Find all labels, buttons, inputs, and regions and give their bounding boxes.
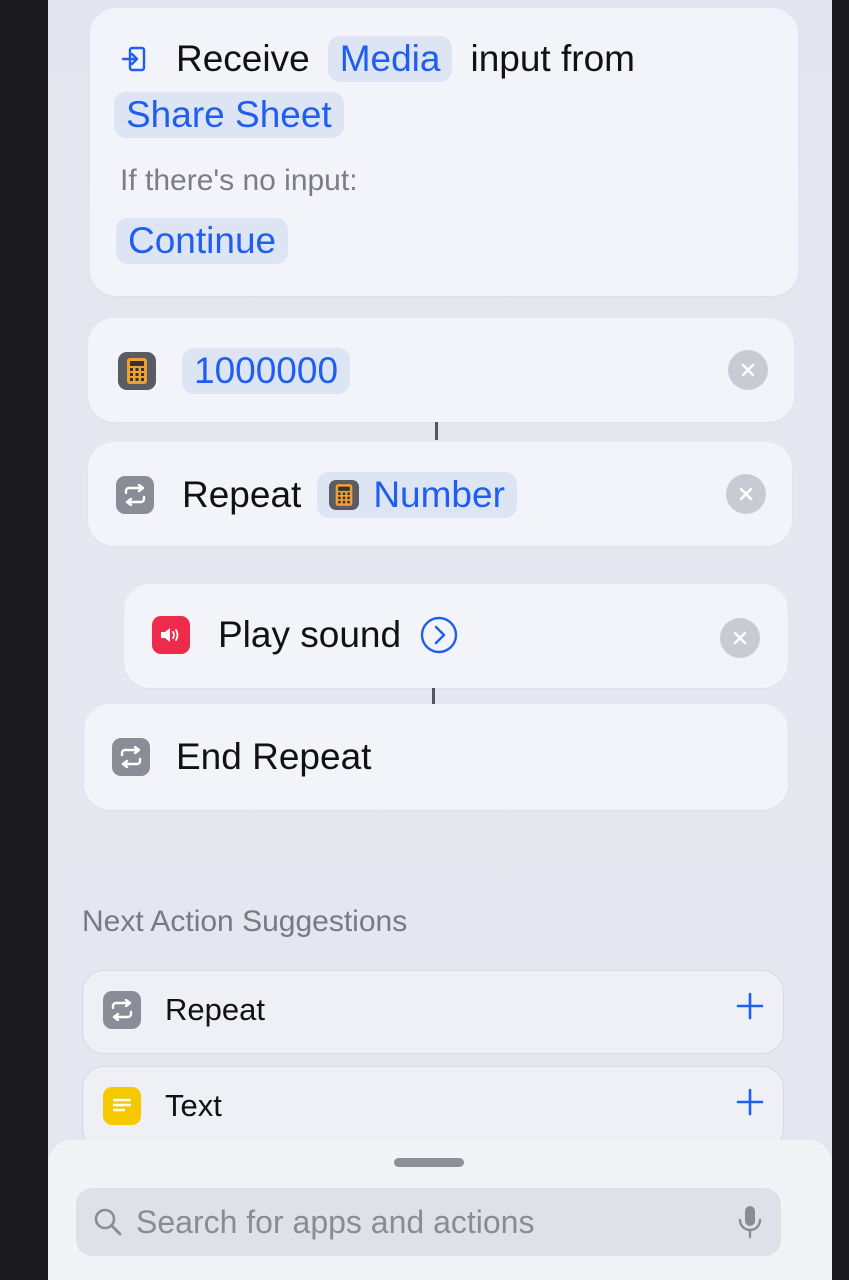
action-search-sheet: Search for apps and actions <box>48 1140 832 1280</box>
play-sound-label: Play sound <box>218 614 402 655</box>
input-from-label: input from <box>470 38 635 79</box>
no-input-label: If there's no input: <box>120 164 358 197</box>
suggestion-item-text[interactable]: Text <box>82 1066 784 1150</box>
microphone-icon[interactable] <box>737 1204 763 1240</box>
play-sound-action-card[interactable]: Play sound <box>124 584 788 688</box>
repeat-count-pill[interactable]: Number <box>317 472 517 518</box>
calculator-icon <box>329 480 360 510</box>
expand-chevron-icon[interactable] <box>419 615 459 655</box>
search-bar[interactable]: Search for apps and actions <box>76 1188 781 1256</box>
media-type-pill[interactable]: Media <box>327 36 453 82</box>
suggestions-title: Next Action Suggestions <box>82 905 408 938</box>
shortcut-editor: Receive Media input from Share Sheet If … <box>48 0 832 1280</box>
repeat-action-card[interactable]: Repeat Number <box>88 442 792 546</box>
number-value-pill[interactable]: 1000000 <box>182 348 351 394</box>
continue-pill[interactable]: Continue <box>116 218 289 264</box>
suggestion-label: Repeat <box>165 992 265 1027</box>
remove-repeat-button[interactable] <box>726 474 766 514</box>
sheet-grabber[interactable] <box>394 1158 464 1167</box>
end-repeat-label: End Repeat <box>176 736 372 777</box>
repeat-label: Repeat <box>182 474 302 515</box>
remove-play-sound-button[interactable] <box>720 618 760 658</box>
add-icon[interactable] <box>735 1087 765 1122</box>
repeat-icon <box>103 991 141 1029</box>
search-icon <box>92 1206 124 1238</box>
speaker-icon <box>152 616 190 654</box>
repeat-icon <box>112 738 150 776</box>
calculator-icon <box>118 352 156 390</box>
text-icon <box>103 1087 141 1125</box>
suggestion-item-repeat[interactable]: Repeat <box>82 970 784 1054</box>
share-sheet-pill[interactable]: Share Sheet <box>114 92 344 138</box>
repeat-icon <box>116 476 154 514</box>
number-action-card[interactable]: 1000000 <box>88 318 794 422</box>
flow-connector <box>435 422 438 440</box>
search-input[interactable]: Search for apps and actions <box>136 1204 737 1241</box>
remove-number-button[interactable] <box>728 350 768 390</box>
add-icon[interactable] <box>735 991 765 1026</box>
receive-input-icon <box>120 44 150 74</box>
suggestion-label: Text <box>165 1088 222 1123</box>
repeat-variable-label: Number <box>373 474 505 515</box>
receive-input-card[interactable]: Receive Media input from Share Sheet If … <box>90 8 798 296</box>
end-repeat-card[interactable]: End Repeat <box>84 704 788 810</box>
receive-label: Receive <box>176 38 310 79</box>
